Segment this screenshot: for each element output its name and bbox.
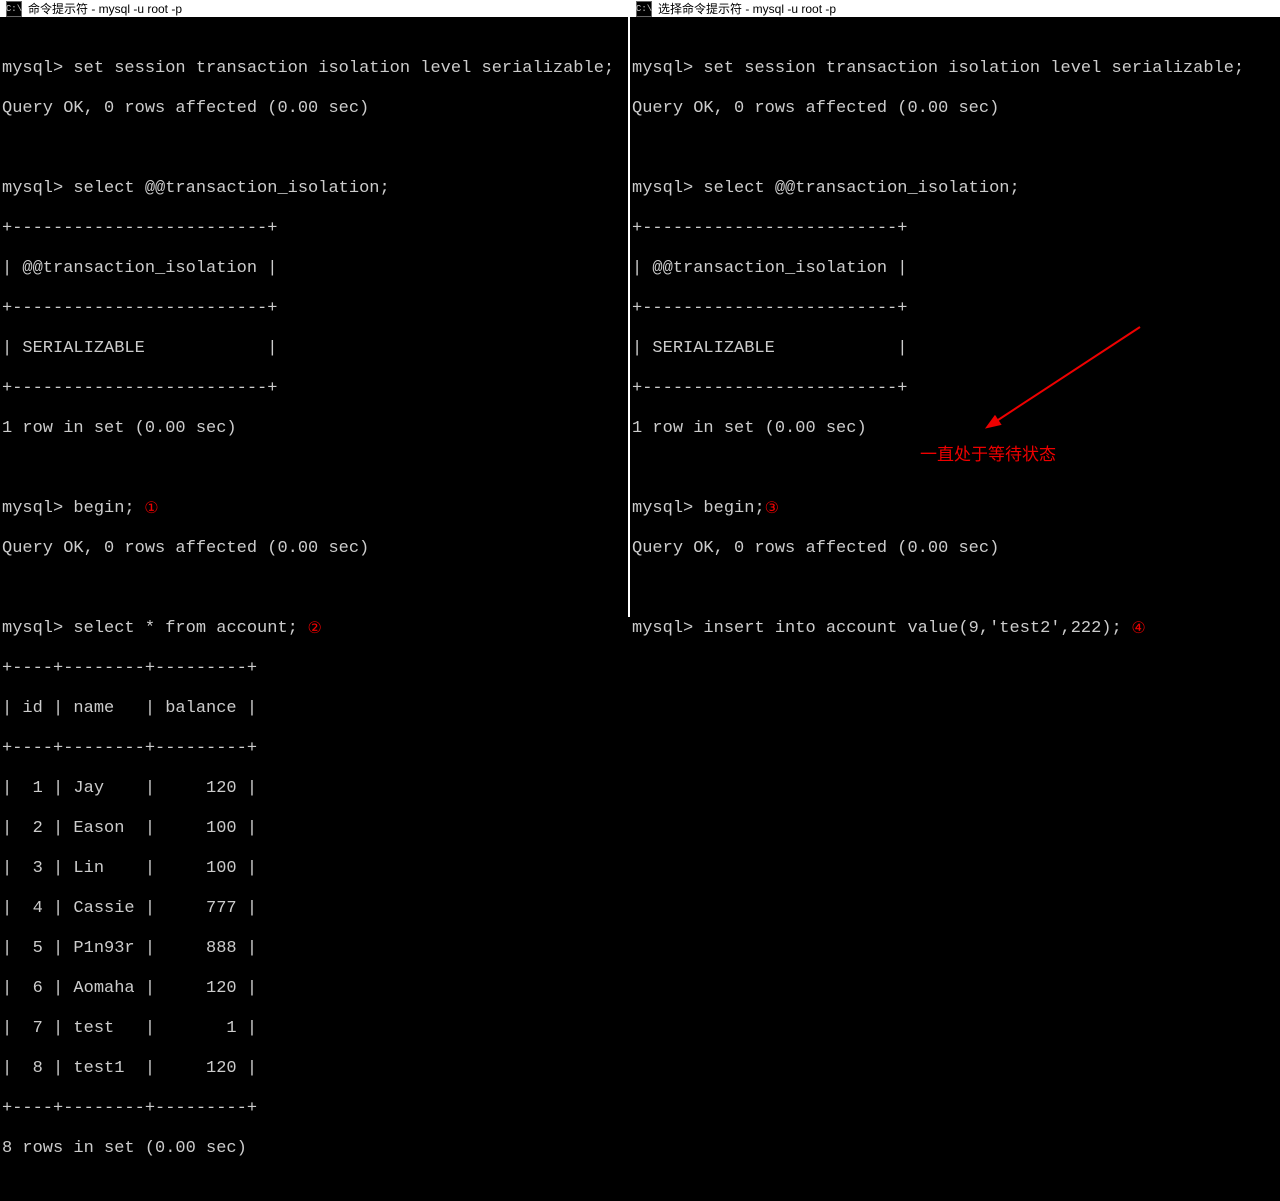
console-line: mysql> select @@transaction_isolation; [2,179,628,199]
console-line: +-------------------------+ [2,299,628,319]
step-marker-4: ④ [1122,619,1146,639]
cmd-icon: C:\ [636,1,652,17]
console-line: mysql> set session transaction isolation… [2,59,628,79]
step-marker-3: ③ [765,499,779,519]
console-line: | @@transaction_isolation | [2,259,628,279]
console-line: +-------------------------+ [2,379,628,399]
console-line: mysql> begin;③ [632,499,1280,519]
console-left[interactable]: mysql> set session transaction isolation… [0,17,628,1201]
table-row: | 7 | test | 1 | [2,1019,628,1039]
titlebar-right[interactable]: C:\ 选择命令提示符 - mysql -u root -p [630,0,1280,17]
console-line: Query OK, 0 rows affected (0.00 sec) [632,99,1280,119]
console-line [632,139,1280,159]
console-line [2,459,628,479]
console-line: +-------------------------+ [632,379,1280,399]
console-line: Query OK, 0 rows affected (0.00 sec) [632,539,1280,559]
console-line: mysql> select * from account; ② [2,619,628,639]
console-line: 1 row in set (0.00 sec) [632,419,1280,439]
console-line [2,139,628,159]
console-line: | id | name | balance | [2,699,628,719]
console-line: mysql> set session transaction isolation… [632,59,1280,79]
title-text-right: 选择命令提示符 - mysql -u root -p [658,0,836,17]
console-line [632,579,1280,599]
table-row: | 3 | Lin | 100 | [2,859,628,879]
step-marker-1: ① [135,499,159,519]
table-row: | 8 | test1 | 120 | [2,1059,628,1079]
cmd-icon: C:\ [6,1,22,17]
console-line: mysql> select @@transaction_isolation; [632,179,1280,199]
console-line: 8 rows in set (0.00 sec) [2,1139,628,1159]
console-line: +-------------------------+ [632,299,1280,319]
console-line: +----+--------+---------+ [2,659,628,679]
console-line: +-------------------------+ [632,219,1280,239]
titlebar-left[interactable]: C:\ 命令提示符 - mysql -u root -p [0,0,628,17]
table-row: | 2 | Eason | 100 | [2,819,628,839]
terminal-window-left: C:\ 命令提示符 - mysql -u root -p mysql> set … [0,0,628,617]
title-text-left: 命令提示符 - mysql -u root -p [28,0,182,17]
table-row: | 1 | Jay | 120 | [2,779,628,799]
console-line: mysql> insert into account value(9,'test… [632,619,1280,639]
console-line: | SERIALIZABLE | [2,339,628,359]
table-row: | 6 | Aomaha | 120 | [2,979,628,999]
console-line: +----+--------+---------+ [2,1099,628,1119]
console-line [2,579,628,599]
console-line: | SERIALIZABLE | [632,339,1280,359]
terminal-window-right: C:\ 选择命令提示符 - mysql -u root -p mysql> se… [630,0,1280,617]
console-line: mysql> begin; ① [2,499,628,519]
console-line: Query OK, 0 rows affected (0.00 sec) [2,99,628,119]
step-marker-2: ② [298,619,322,639]
console-line: Query OK, 0 rows affected (0.00 sec) [2,539,628,559]
annotation-text: 一直处于等待状态 [920,445,1056,465]
console-right[interactable]: mysql> set session transaction isolation… [630,17,1280,741]
console-line: | @@transaction_isolation | [632,259,1280,279]
table-row: | 5 | P1n93r | 888 | [2,939,628,959]
console-line: +----+--------+---------+ [2,739,628,759]
console-line: +-------------------------+ [2,219,628,239]
console-line: 1 row in set (0.00 sec) [2,419,628,439]
table-row: | 4 | Cassie | 777 | [2,899,628,919]
